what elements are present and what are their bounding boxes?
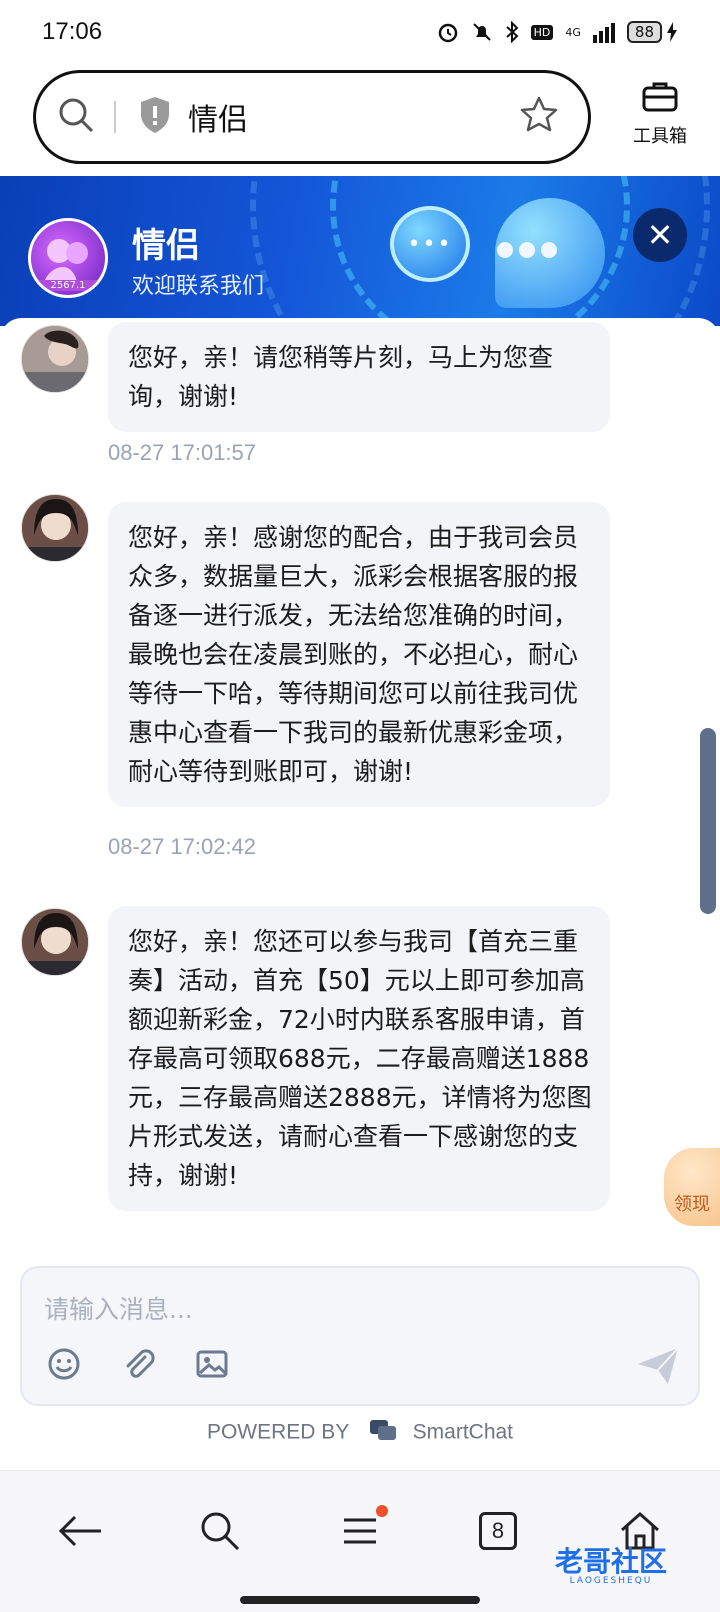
agent-avatar (21, 494, 89, 562)
status-bar: 17:06 HD 4G 88 (0, 0, 720, 64)
image-icon[interactable] (194, 1346, 230, 1382)
message-time: 08-27 17:02:42 (108, 834, 257, 859)
battery-level: 88 (626, 21, 662, 43)
emoji-icon[interactable] (46, 1346, 82, 1382)
message-input[interactable]: 请输入消息... (44, 1290, 193, 1326)
search-icon (201, 1512, 240, 1551)
watermark-subtext: LAOGESHEQU (569, 1576, 653, 1586)
back-arrow-icon (58, 1515, 101, 1547)
close-icon[interactable]: ✕ (633, 208, 687, 262)
chat-title: 情侣 (132, 226, 200, 266)
shield-icon[interactable] (138, 95, 172, 139)
agent-avatar (21, 908, 89, 976)
powered-by-label: POWERED BY (206, 1420, 349, 1444)
powered-by-brand: SmartChat (412, 1420, 514, 1444)
bluetooth-icon (505, 21, 519, 43)
toolbox-button[interactable]: 工具箱 (610, 80, 710, 148)
star-icon[interactable] (518, 94, 560, 140)
search-button[interactable] (190, 1501, 250, 1561)
promo-badge[interactable]: 领现 (664, 1148, 720, 1226)
avatar-tag: 2567.1 (31, 280, 105, 291)
signal-icon (592, 21, 615, 43)
agent-avatar (21, 325, 89, 393)
alarm-icon (437, 21, 459, 43)
home-indicator[interactable] (240, 1596, 480, 1604)
status-time: 17:06 (42, 18, 103, 45)
toolbox-icon (642, 82, 678, 112)
address-bar[interactable]: 情侣 (33, 70, 591, 164)
header-avatar: 2567.1 (28, 218, 108, 298)
watermark-text: 老哥社区 (555, 1545, 668, 1578)
browser-toolbar: 情侣 工具箱 (0, 68, 720, 164)
hd-icon: HD (530, 24, 554, 40)
back-button[interactable] (50, 1501, 110, 1561)
input-area: 请输入消息... (0, 1252, 720, 1428)
battery-icon: 88 (626, 21, 678, 43)
chat-subtitle: 欢迎联系我们 (132, 274, 265, 299)
scrollbar[interactable] (700, 728, 716, 914)
tab-count: 8 (479, 1512, 517, 1550)
url-text[interactable]: 情侣 (188, 95, 518, 139)
message-bubble: 您好，亲！感谢您的配合，由于我司会员众多，数据量巨大，派彩会根据客服的报备逐一进… (108, 502, 610, 807)
search-icon[interactable] (56, 95, 96, 139)
status-icons: HD 4G 88 (437, 21, 678, 43)
divider (114, 101, 116, 133)
message-bubble: 您好，亲！您还可以参与我司【首充三重奏】活动，首充【50】元以上即可参加高额迎新… (108, 906, 610, 1211)
chat-bubble-icon: ••• (390, 206, 470, 282)
network-label: 4G (565, 25, 581, 39)
toolbox-label: 工具箱 (633, 126, 687, 147)
attachment-icon[interactable] (120, 1346, 156, 1382)
menu-button[interactable] (330, 1501, 390, 1561)
message-bubble: 您好，亲！请您稍等片刻，马上为您查询，谢谢! (108, 322, 610, 432)
message-time: 08-27 17:01:57 (108, 440, 257, 465)
menu-icon (344, 1518, 376, 1544)
input-toolbar (46, 1346, 230, 1382)
watermark-logo: 老哥社区 LAOGESHEQU (555, 1540, 667, 1586)
chat-header: 2567.1 情侣 欢迎联系我们 ••• ✕ (0, 176, 720, 326)
tabs-button[interactable]: 8 (468, 1501, 528, 1561)
mute-bell-icon (471, 21, 493, 43)
message-input-box[interactable]: 请输入消息... (20, 1266, 700, 1406)
send-icon[interactable] (636, 1346, 680, 1386)
notification-dot (376, 1505, 388, 1517)
smartchat-logo-icon (369, 1418, 397, 1448)
typing-dots-icon (497, 242, 557, 258)
chat-messages[interactable]: 您好，亲！请您稍等片刻，马上为您查询，谢谢! 08-27 17:01:57 您好… (0, 318, 720, 1252)
powered-by: POWERED BY SmartChat (0, 1418, 720, 1448)
